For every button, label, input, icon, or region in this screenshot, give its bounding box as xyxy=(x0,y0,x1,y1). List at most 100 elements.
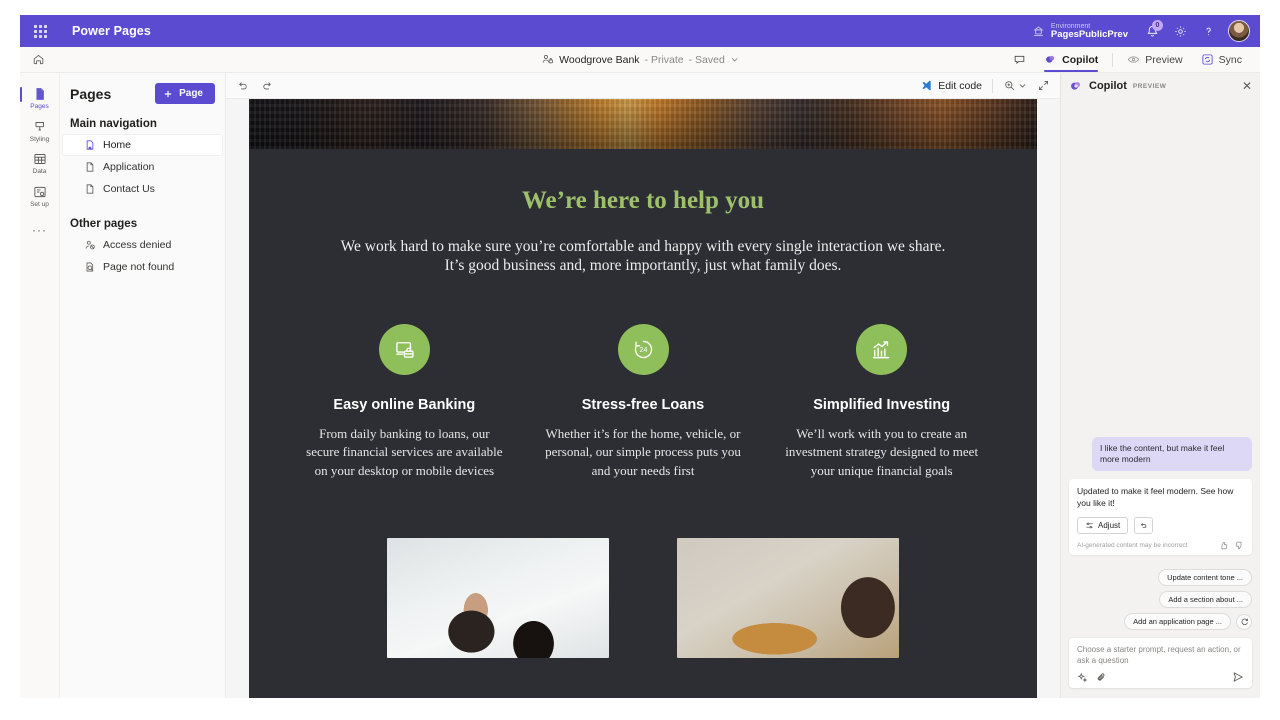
user-avatar[interactable] xyxy=(1228,20,1250,43)
environment-selector[interactable]: Environment PagesPublicPrev xyxy=(1022,23,1138,40)
tab-sync-label: Sync xyxy=(1218,53,1242,66)
sidebar-item-styling[interactable]: Styling xyxy=(20,114,60,147)
edit-code-button[interactable]: Edit code xyxy=(920,79,982,92)
help-question-icon[interactable] xyxy=(1194,15,1222,47)
people-in-office-photo[interactable] xyxy=(387,538,609,659)
sidebar-item-styling-label: Styling xyxy=(29,135,50,143)
close-icon[interactable]: ✕ xyxy=(1242,80,1252,92)
page-item-application[interactable]: Application xyxy=(62,156,223,178)
copilot-chat-area: I like the content, but make it feel mor… xyxy=(1061,99,1260,559)
setup-gear-icon xyxy=(32,184,48,200)
suggestion-row: Add an application page ... xyxy=(1124,613,1252,631)
left-rail: Pages Styling Data Set up ··· xyxy=(19,73,60,699)
page-icon xyxy=(32,86,48,102)
adjust-label: Adjust xyxy=(1098,521,1121,531)
suggestion-chip-update-tone[interactable]: Update content tone ... xyxy=(1158,569,1252,587)
environment-icon xyxy=(1032,25,1045,38)
page-item-access-denied-label: Access denied xyxy=(103,239,172,252)
copilot-suggestions: Update content tone ... Add a section ab… xyxy=(1061,559,1260,636)
photo-gallery-section xyxy=(249,538,1037,698)
window-frame-bottom xyxy=(0,698,1280,720)
plus-icon xyxy=(163,89,173,99)
undo-arrow-icon[interactable] xyxy=(1134,517,1154,535)
tab-preview[interactable]: Preview xyxy=(1119,47,1190,73)
zoom-control[interactable] xyxy=(1003,79,1027,92)
notifications-bell-icon[interactable]: 0 xyxy=(1138,15,1166,47)
main-navigation-title: Main navigation xyxy=(70,118,157,131)
page-subheading: We work hard to make sure you’re comfort… xyxy=(340,238,946,275)
sidebar-item-setup[interactable]: Set up xyxy=(20,179,60,212)
feature-card[interactable]: Easy online Banking From daily banking t… xyxy=(285,324,524,480)
page-item-page-not-found[interactable]: Page not found xyxy=(62,256,223,278)
site-name: Woodgrove Bank xyxy=(559,53,640,66)
feature-title: Simplified Investing xyxy=(813,397,951,414)
sidebar-more-icon[interactable]: ··· xyxy=(32,223,47,237)
canvas-toolbar: Edit code xyxy=(226,73,1060,100)
adjust-button[interactable]: Adjust xyxy=(1077,517,1129,535)
page-file-icon xyxy=(84,183,96,195)
power-pages-app: Power Pages Environment PagesPublicPrev xyxy=(0,0,1280,720)
tab-divider xyxy=(1112,52,1114,67)
app-launcher-icon[interactable] xyxy=(20,15,60,47)
window-frame-right xyxy=(1260,15,1280,699)
feature-card[interactable]: 24 Stress-free Loans Whether it’s for th… xyxy=(524,324,763,480)
svg-text:24: 24 xyxy=(639,346,647,354)
send-icon[interactable] xyxy=(1232,671,1244,683)
website-preview[interactable]: We’re here to help you We work hard to m… xyxy=(249,99,1037,699)
paperclip-icon[interactable] xyxy=(1096,672,1107,683)
settings-gear-icon[interactable] xyxy=(1166,15,1194,47)
growth-chart-arrow-icon xyxy=(856,324,908,376)
vscode-icon xyxy=(920,79,933,92)
feature-title: Easy online Banking xyxy=(333,397,476,414)
thumbs-up-icon[interactable] xyxy=(1219,541,1228,550)
app-shell: Power Pages Environment PagesPublicPrev xyxy=(0,15,1280,699)
app-header: Power Pages Environment PagesPublicPrev xyxy=(20,15,1260,48)
site-title-dropdown[interactable]: Woodgrove Bank - Private - Saved xyxy=(541,53,739,66)
canvas-area: Edit code We’re here to help you We work… xyxy=(226,73,1060,699)
redo-icon[interactable] xyxy=(261,79,274,92)
home-icon[interactable] xyxy=(20,47,56,73)
composer-toolbar xyxy=(1077,671,1244,683)
tab-comments[interactable] xyxy=(1005,47,1034,73)
thumbs-down-icon[interactable] xyxy=(1235,541,1244,550)
copilot-icon xyxy=(1069,79,1083,93)
prompt-input[interactable]: Choose a starter prompt, request an acti… xyxy=(1077,645,1244,667)
home-page-icon xyxy=(84,139,96,151)
page-file-icon xyxy=(84,161,96,173)
tab-preview-label: Preview xyxy=(1145,53,1183,66)
tab-copilot[interactable]: Copilot xyxy=(1036,47,1106,73)
feature-card[interactable]: Simplified Investing We’ll work with you… xyxy=(762,324,1001,480)
sidebar-item-pages[interactable]: Pages xyxy=(19,81,60,114)
page-not-found-icon xyxy=(84,261,96,273)
feedback-controls xyxy=(1219,541,1244,550)
app-content: Power Pages Environment PagesPublicPrev xyxy=(19,15,1260,699)
feature-title: Stress-free Loans xyxy=(581,397,705,414)
chat-message-assistant: Updated to make it feel modern. See how … xyxy=(1069,479,1252,556)
copilot-panel: Copilot PREVIEW ✕ I like the content, bu… xyxy=(1060,73,1260,699)
copilot-composer[interactable]: Choose a starter prompt, request an acti… xyxy=(1069,638,1252,689)
tab-sync[interactable]: Sync xyxy=(1193,47,1250,73)
24-hour-clock-icon: 24 xyxy=(617,324,669,376)
expand-diagonal-icon[interactable] xyxy=(1037,79,1050,92)
canvas-scroll[interactable]: We’re here to help you We work hard to m… xyxy=(226,99,1060,699)
suggestion-chip-add-section[interactable]: Add a section about ... xyxy=(1159,591,1252,609)
woman-outdoors-autumn-photo[interactable] xyxy=(677,538,899,659)
assistant-actions: Adjust xyxy=(1077,517,1244,535)
window-frame-top xyxy=(0,0,1280,16)
page-item-home[interactable]: Home xyxy=(62,134,223,157)
sidebar-item-data[interactable]: Data xyxy=(20,146,60,179)
page-item-contact-us[interactable]: Contact Us xyxy=(62,178,223,200)
undo-icon[interactable] xyxy=(236,79,249,92)
add-page-button[interactable]: Page xyxy=(155,83,215,105)
copilot-icon xyxy=(1044,53,1057,66)
page-item-access-denied[interactable]: Access denied xyxy=(62,234,223,256)
suggestion-chip-add-application-page[interactable]: Add an application page ... xyxy=(1124,613,1231,631)
tab-copilot-label: Copilot xyxy=(1062,53,1099,66)
page-item-page-not-found-label: Page not found xyxy=(103,261,175,274)
refresh-icon[interactable] xyxy=(1236,613,1252,630)
sidebar-item-data-label: Data xyxy=(32,168,47,176)
notifications-badge: 0 xyxy=(1152,20,1163,32)
pages-panel-header: Pages Page xyxy=(60,73,225,112)
sparkle-icon[interactable] xyxy=(1077,672,1088,683)
page-item-contact-us-label: Contact Us xyxy=(103,183,155,196)
